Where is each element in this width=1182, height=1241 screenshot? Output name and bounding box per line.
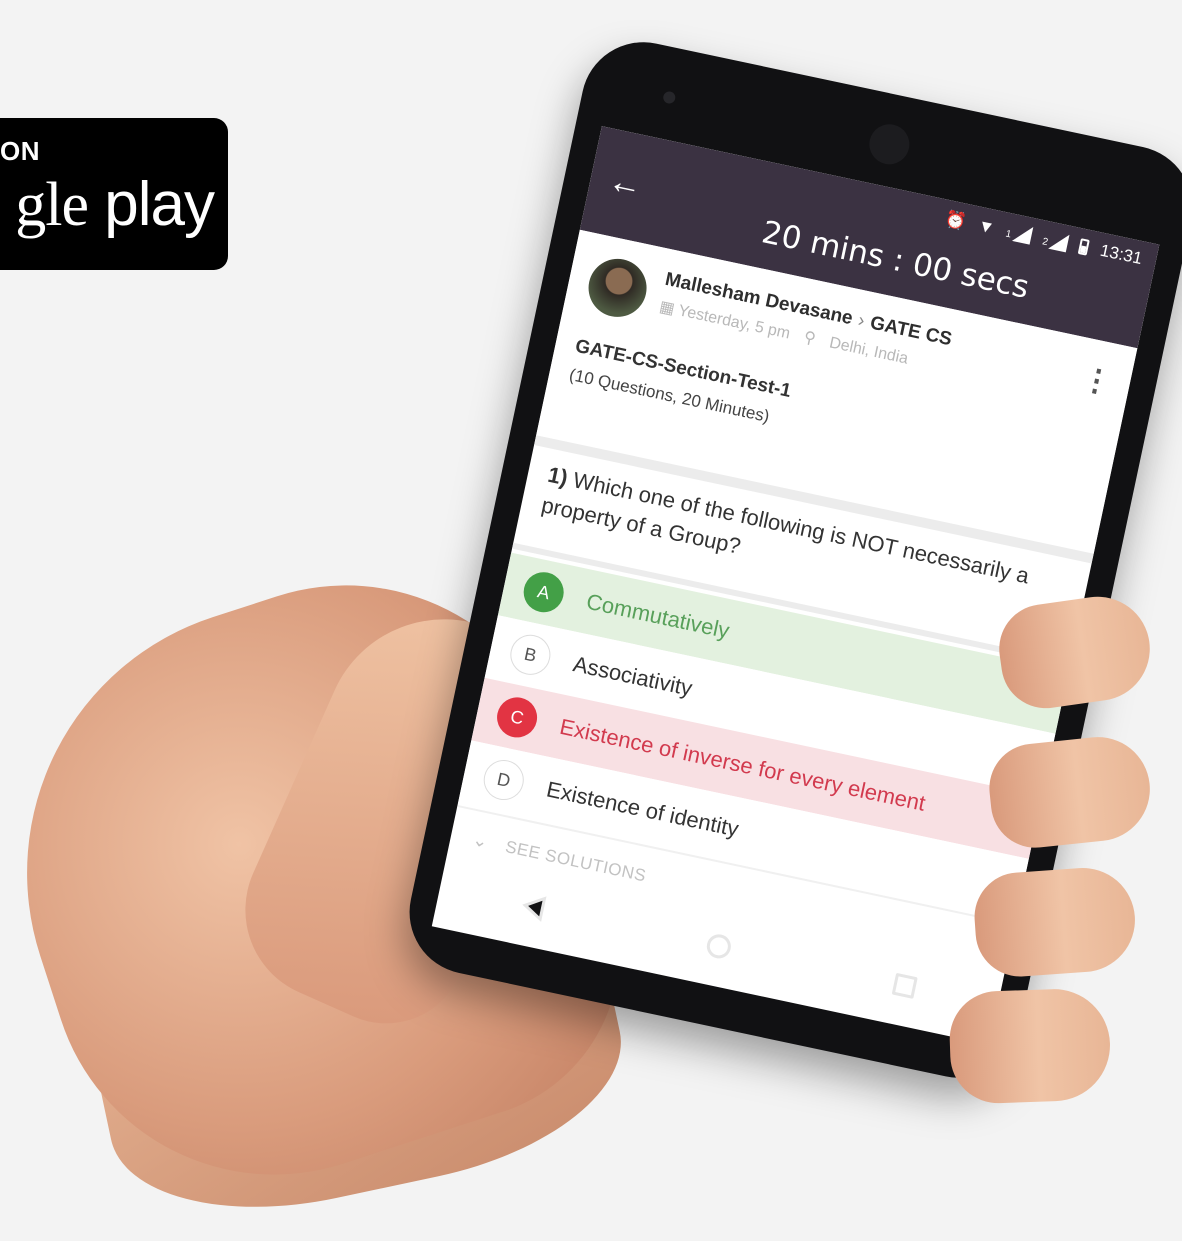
finger <box>971 864 1139 980</box>
signal-icon: 1 <box>1004 222 1034 245</box>
option-text: Associativity <box>570 651 695 701</box>
option-letter: A <box>519 568 568 616</box>
finger <box>985 731 1155 853</box>
signal-icon: 2 <box>1041 229 1070 253</box>
sim1-label: 1 <box>1004 228 1013 241</box>
badge-top-text: ON <box>0 136 40 166</box>
option-text: Commutatively <box>584 588 732 644</box>
badge-main-suffix: play <box>88 170 215 239</box>
location-icon: ⚲ <box>802 328 818 348</box>
nav-recent-icon[interactable] <box>891 972 919 999</box>
alarm-icon: ⏰ <box>943 208 969 232</box>
option-letter: D <box>480 756 528 804</box>
badge-main-text: gle play <box>15 171 215 239</box>
wifi-icon: ▼ <box>976 215 997 238</box>
google-play-badge[interactable]: ON gle play <box>0 118 228 270</box>
finger <box>948 987 1112 1105</box>
question-number: 1) <box>545 461 571 491</box>
nav-home-icon[interactable] <box>704 932 734 961</box>
status-time: 13:31 <box>1098 240 1145 269</box>
chevron-right-icon: › <box>856 309 867 332</box>
avatar[interactable] <box>583 253 652 323</box>
badge-main-prefix: gle <box>15 171 89 239</box>
option-letter: B <box>506 631 555 679</box>
more-vert-icon[interactable]: ⋮ <box>1079 362 1115 401</box>
front-camera <box>865 120 914 169</box>
calendar-icon: ▦ <box>657 298 677 319</box>
chevron-down-icon: ⌄ <box>470 829 491 852</box>
battery-icon <box>1078 238 1091 256</box>
option-letter: C <box>493 693 541 742</box>
sim2-label: 2 <box>1041 236 1049 249</box>
proximity-sensor <box>662 90 677 105</box>
nav-back-icon[interactable] <box>519 891 547 922</box>
